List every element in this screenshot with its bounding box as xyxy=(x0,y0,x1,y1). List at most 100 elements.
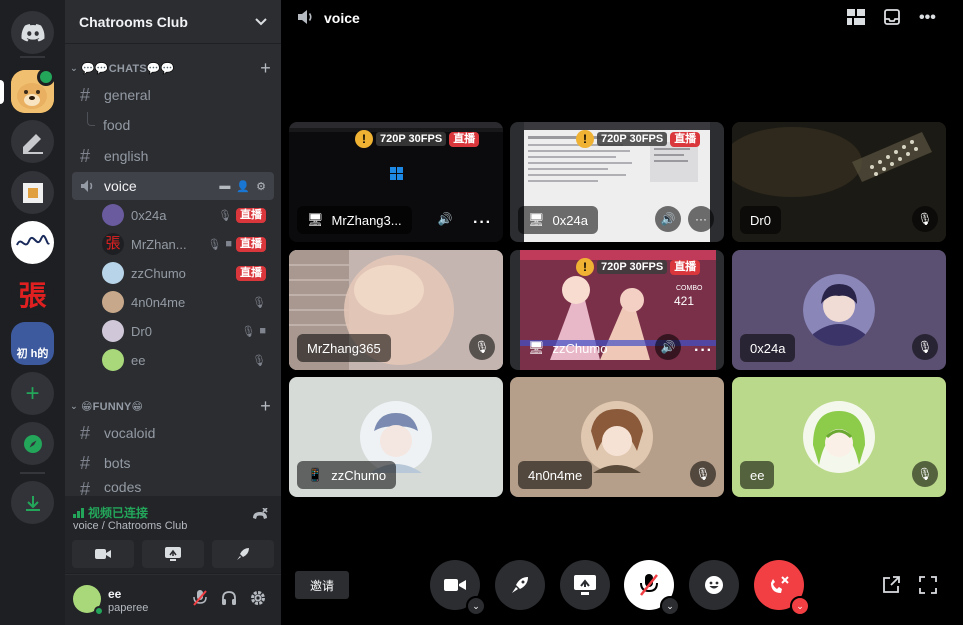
hang-up-icon xyxy=(771,576,789,593)
participant-name-pill: ee xyxy=(740,461,775,489)
channel-english[interactable]: # english xyxy=(72,142,274,170)
add-server-icon[interactable]: + xyxy=(11,372,54,415)
live-badge: 直播 xyxy=(236,207,266,223)
participant-name-pill: Dr0 xyxy=(740,206,781,234)
chevron-down-icon[interactable]: ⌄ xyxy=(466,596,486,616)
activity-rocket-button[interactable] xyxy=(212,540,274,568)
voice-user-4n0n4me[interactable]: 4n0n4me 🎙 xyxy=(102,290,274,314)
video-tile-0x24a-avatar[interactable]: 0x24a 🎙 xyxy=(732,250,946,370)
signature-server-avatar[interactable] xyxy=(11,221,54,264)
voice-location[interactable]: voice / Chatrooms Club xyxy=(73,520,187,532)
voice-user-0x24a[interactable]: 0x24a 🎙 直播 xyxy=(102,203,274,227)
avatar xyxy=(803,274,875,346)
chevron-down-icon[interactable]: ⌄ xyxy=(660,596,680,616)
chat-bubble-icon[interactable]: ▬ xyxy=(219,180,230,193)
more-options-icon[interactable]: ··· xyxy=(473,214,492,232)
channel-voice[interactable]: voice ▬ 👤 ⚙ xyxy=(72,172,274,200)
voice-user-name: zzChumo xyxy=(131,265,186,281)
pencil-server-avatar[interactable] xyxy=(11,120,54,163)
volume-icon[interactable]: 🔊 xyxy=(655,334,681,360)
anime-server-avatar[interactable]: 初 h的 xyxy=(11,322,54,365)
participant-name-pill: MrZhang365 xyxy=(297,334,391,362)
warning-icon: ! xyxy=(355,130,373,148)
video-tile-ee[interactable]: ee 🎙 xyxy=(732,377,946,497)
headphones-icon[interactable] xyxy=(221,590,237,606)
channel-bots[interactable]: # bots xyxy=(72,449,274,477)
camera-control-button[interactable]: ⌄ xyxy=(430,560,486,616)
gear-icon[interactable] xyxy=(250,590,266,606)
participant-name-pill: 🖥 0x24a xyxy=(518,206,598,234)
gear-icon[interactable]: ⚙ xyxy=(256,180,266,193)
avatar: 張 xyxy=(102,233,124,255)
thread-food[interactable]: food xyxy=(103,117,130,133)
channel-label: vocaloid xyxy=(104,425,156,441)
inbox-icon[interactable] xyxy=(884,9,900,25)
create-channel-plus-icon[interactable]: + xyxy=(260,58,271,79)
voice-user-mrzhang[interactable]: 張 MrZhan... 🎙 ■ 直播 xyxy=(102,232,274,256)
channel-vocaloid[interactable]: # vocaloid xyxy=(72,419,274,447)
camera-toggle-button[interactable] xyxy=(72,540,134,568)
video-tile-mrzhang-stream[interactable]: ! 720P 30FPS 直播 🖥 MrZhang3... 🔊 ··· xyxy=(289,122,503,242)
create-channel-plus-icon[interactable]: + xyxy=(260,396,271,417)
screen-share-icon xyxy=(574,575,596,595)
fullscreen-icon[interactable] xyxy=(919,576,937,594)
more-options-icon[interactable]: ··· xyxy=(688,206,714,232)
voice-user-status: 🎙 ■ 直播 xyxy=(207,236,266,252)
participant-name-pill: 🖥 zzChumo xyxy=(518,334,617,362)
soundboard-button[interactable] xyxy=(689,560,739,610)
voice-user-status: 🎙 ■ xyxy=(241,325,266,338)
chevron-down-icon[interactable]: ⌄ xyxy=(790,596,810,616)
muted-mic-icon: 🎙 xyxy=(912,461,938,487)
more-options-icon[interactable]: ••• xyxy=(919,9,936,27)
category-chats[interactable]: ⌄ 💬💬CHATS💬💬 + xyxy=(67,58,279,78)
video-tile-mrzhang365[interactable]: MrZhang365 🎙 xyxy=(289,250,503,370)
combo-label: COMBO xyxy=(676,285,703,292)
video-tile-4n0n4me[interactable]: 4n0n4me 🎙 xyxy=(510,377,724,497)
live-badge: 直播 xyxy=(449,131,480,147)
video-tile-zzchumo-stream[interactable]: 421 COMBO ! 720P 30FPS 直播 🖥 zzChumo 🔊 ··… xyxy=(510,250,724,370)
category-label: 😁FUNNY😁 xyxy=(81,400,144,413)
mute-mic-icon[interactable] xyxy=(193,590,207,606)
screen-share-control-button[interactable] xyxy=(560,560,610,610)
avatar xyxy=(102,320,124,342)
disconnect-button[interactable]: ⌄ xyxy=(754,560,810,616)
chevron-down-icon xyxy=(255,17,267,25)
category-funny[interactable]: ⌄ 😁FUNNY😁 + xyxy=(67,396,279,416)
more-options-icon[interactable]: ··· xyxy=(694,342,713,360)
video-tile-dr0[interactable]: Dr0 🎙 xyxy=(732,122,946,242)
server-header[interactable]: Chatrooms Club xyxy=(65,0,281,44)
channel-general[interactable]: # general xyxy=(72,81,274,109)
user-name: ee xyxy=(108,587,122,601)
voice-stage: voice ••• ! 720P 30FPS 直播 🖥 MrZhang3... … xyxy=(281,0,963,625)
mute-mic-button[interactable]: ⌄ xyxy=(624,560,680,616)
volume-icon[interactable]: 🔊 xyxy=(432,206,458,232)
voice-user-dr0[interactable]: Dr0 🎙 ■ xyxy=(102,319,274,343)
invite-button[interactable]: 邀请 xyxy=(295,571,349,599)
screen-share-button[interactable] xyxy=(142,540,204,568)
grid-layout-icon[interactable] xyxy=(847,9,865,25)
voice-connected-status[interactable]: 视频已连接 xyxy=(73,504,148,521)
voice-channel-tools: ▬ 👤 ⚙ xyxy=(219,180,266,193)
muted-mic-icon: 🎙 xyxy=(218,209,232,222)
live-badge: 直播 xyxy=(670,259,701,275)
rail-separator xyxy=(20,56,45,58)
hash-icon: # xyxy=(80,452,91,473)
pop-out-icon[interactable] xyxy=(882,576,900,594)
download-icon[interactable] xyxy=(11,481,54,524)
chevron-down-icon: ⌄ xyxy=(70,400,78,411)
channel-codes[interactable]: # codes xyxy=(72,479,274,496)
disconnect-phone-icon[interactable] xyxy=(251,508,269,522)
hash-icon: # xyxy=(80,84,91,105)
add-member-icon[interactable]: 👤 xyxy=(236,180,250,193)
square-server-avatar[interactable] xyxy=(11,171,54,214)
video-tile-zzchumo-avatar[interactable]: 📱 zzChumo xyxy=(289,377,503,497)
discord-home-icon[interactable] xyxy=(11,11,54,54)
volume-icon[interactable]: 🔊 xyxy=(655,206,681,232)
video-tile-0x24a-stream[interactable]: ! 720P 30FPS 直播 🖥 0x24a 🔊 ··· xyxy=(510,122,724,242)
participant-name: 0x24a xyxy=(552,212,588,228)
voice-user-ee[interactable]: ee 🎙 xyxy=(102,348,274,372)
activity-button[interactable] xyxy=(495,560,545,610)
zhang-server-avatar[interactable]: 張 xyxy=(11,272,54,315)
voice-user-zzchumo[interactable]: zzChumo 直播 xyxy=(102,261,274,285)
explore-compass-icon[interactable] xyxy=(11,422,54,465)
